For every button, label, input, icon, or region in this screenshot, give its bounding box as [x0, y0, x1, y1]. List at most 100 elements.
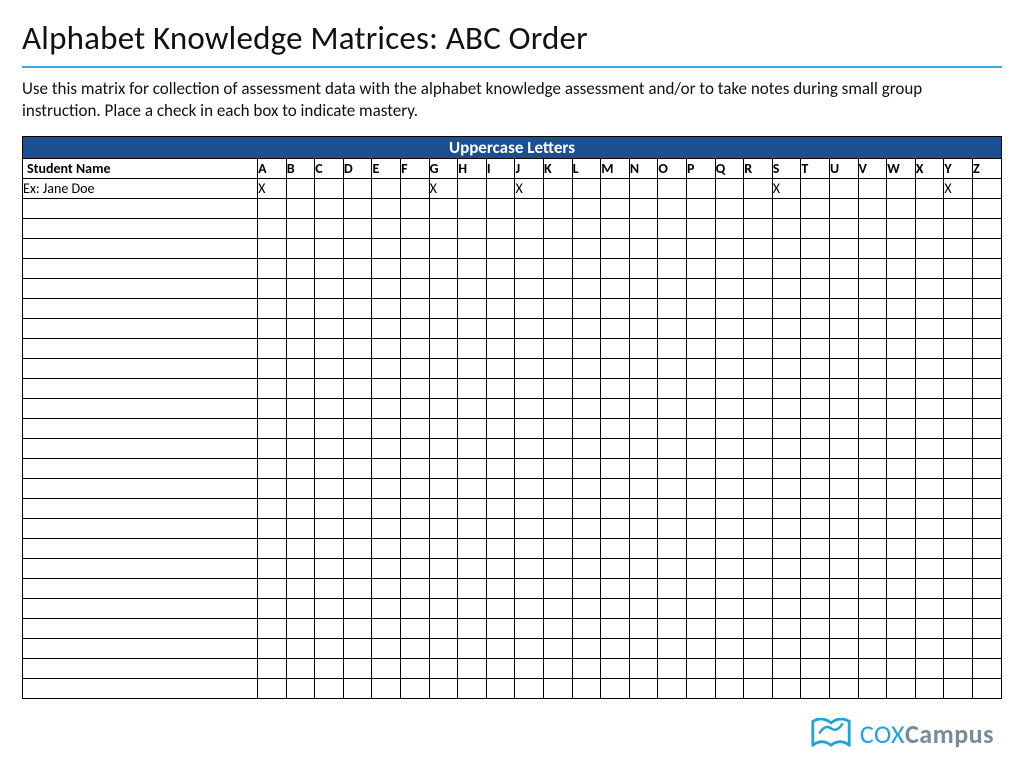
mark-cell: [401, 339, 430, 359]
mark-cell: [887, 679, 916, 699]
mark-cell: [486, 239, 515, 259]
mark-cell: [944, 339, 973, 359]
mark-cell: [915, 359, 944, 379]
mark-cell: [687, 299, 716, 319]
student-name-cell: [23, 659, 258, 679]
mark-cell: [458, 419, 487, 439]
mark-cell: [629, 579, 658, 599]
mark-cell: [972, 219, 1001, 239]
mark-cell: [515, 639, 544, 659]
mark-cell: [658, 459, 687, 479]
table-row: [23, 359, 1002, 379]
mark-cell: [458, 459, 487, 479]
mark-cell: [829, 379, 858, 399]
mark-cell: [343, 319, 372, 339]
mark-cell: [744, 639, 773, 659]
mark-cell: [858, 319, 887, 339]
book-icon: [810, 718, 852, 750]
mark-cell: [629, 279, 658, 299]
mark-cell: [486, 379, 515, 399]
mark-cell: [744, 379, 773, 399]
column-header-letter: R: [744, 159, 773, 179]
column-header-letter: I: [486, 159, 515, 179]
mark-cell: [315, 639, 344, 659]
mark-cell: [658, 279, 687, 299]
mark-cell: [829, 519, 858, 539]
mark-cell: [858, 419, 887, 439]
mark-cell: [972, 379, 1001, 399]
mark-cell: [572, 619, 601, 639]
mark-cell: [486, 459, 515, 479]
mark-cell: [744, 579, 773, 599]
mark-cell: [601, 619, 630, 639]
mark-cell: [343, 579, 372, 599]
mark-cell: [887, 479, 916, 499]
mark-cell: [429, 459, 458, 479]
mark-cell: [858, 399, 887, 419]
mark-cell: [687, 319, 716, 339]
mark-cell: [258, 379, 287, 399]
mark-cell: [343, 519, 372, 539]
mark-cell: [887, 659, 916, 679]
student-name-cell: [23, 359, 258, 379]
mark-cell: [572, 239, 601, 259]
mark-cell: [343, 399, 372, 419]
mark-cell: [315, 259, 344, 279]
mark-cell: [458, 279, 487, 299]
mark-cell: [829, 419, 858, 439]
mark-cell: [601, 519, 630, 539]
mark-cell: [515, 239, 544, 259]
mark-cell: [829, 479, 858, 499]
mark-cell: [601, 499, 630, 519]
student-name-cell: [23, 239, 258, 259]
mark-cell: [658, 199, 687, 219]
mark-cell: [458, 179, 487, 199]
mark-cell: [258, 499, 287, 519]
mark-cell: [343, 679, 372, 699]
mark-cell: [286, 399, 315, 419]
mark-cell: [858, 219, 887, 239]
mark-cell: [401, 499, 430, 519]
mark-cell: [858, 539, 887, 559]
mark-cell: [944, 539, 973, 559]
mark-cell: [629, 499, 658, 519]
mark-cell: [915, 219, 944, 239]
mark-cell: [601, 399, 630, 419]
mark-cell: [258, 659, 287, 679]
mark-cell: [458, 199, 487, 219]
mark-cell: [972, 539, 1001, 559]
mark-cell: [486, 639, 515, 659]
mark-cell: [515, 219, 544, 239]
mark-cell: [401, 519, 430, 539]
mark-cell: [944, 559, 973, 579]
mark-cell: [544, 379, 573, 399]
table-row: [23, 559, 1002, 579]
column-header-letter: K: [544, 159, 573, 179]
mark-cell: [258, 399, 287, 419]
mark-cell: [572, 679, 601, 699]
mark-cell: [401, 239, 430, 259]
mark-cell: [887, 399, 916, 419]
mark-cell: [887, 299, 916, 319]
mark-cell: [458, 259, 487, 279]
mark-cell: [629, 219, 658, 239]
mark-cell: [258, 619, 287, 639]
mark-cell: [915, 259, 944, 279]
mark-cell: [629, 379, 658, 399]
mark-cell: [829, 679, 858, 699]
mark-cell: [658, 679, 687, 699]
mark-cell: [372, 239, 401, 259]
table-row: [23, 339, 1002, 359]
mark-cell: [572, 539, 601, 559]
mark-cell: [858, 359, 887, 379]
mark-cell: [544, 579, 573, 599]
mark-cell: [744, 299, 773, 319]
mark-cell: [715, 179, 744, 199]
mark-cell: [544, 299, 573, 319]
mark-cell: [343, 539, 372, 559]
mark-cell: [515, 459, 544, 479]
mark-cell: [744, 319, 773, 339]
mark-cell: [429, 399, 458, 419]
mark-cell: [944, 419, 973, 439]
mark-cell: [572, 259, 601, 279]
